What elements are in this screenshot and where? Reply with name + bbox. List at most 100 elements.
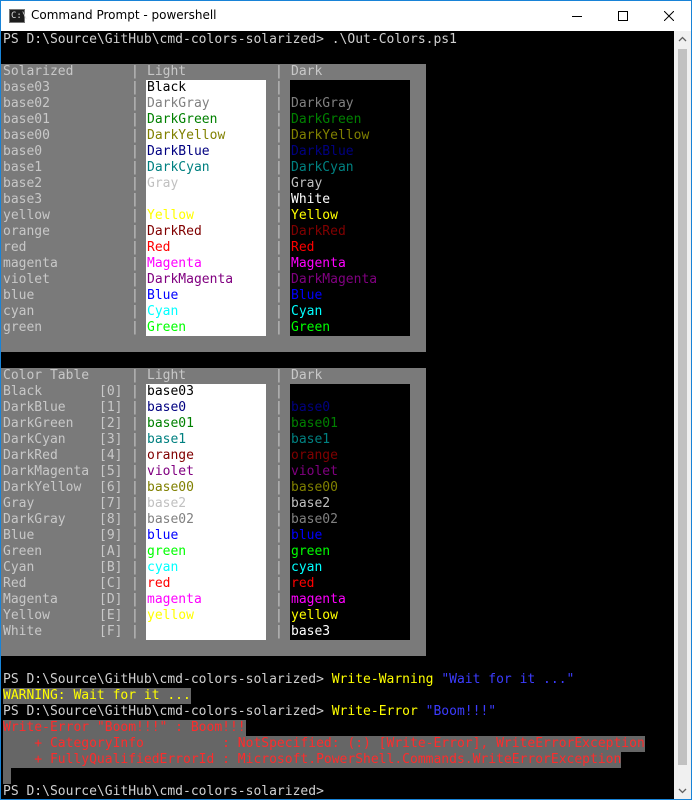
dark-value: base02 (291, 512, 338, 527)
color-name: magenta (3, 256, 58, 271)
light-value: base01 (147, 416, 194, 431)
light-value: base0 (147, 400, 187, 415)
scroll-thumb[interactable] (678, 49, 687, 765)
color-index: [3] (99, 432, 123, 447)
header-divider: | (275, 368, 283, 383)
console-icon-label: C:\ (11, 11, 28, 21)
light-value: DarkBlue (147, 144, 210, 159)
column-divider: | (275, 304, 283, 319)
color-name: base2 (3, 176, 43, 191)
header-dark: Dark (291, 368, 323, 383)
color-name: White (3, 624, 43, 639)
prompt: PS D:\Source\GitHub\cmd-colors-solarized… (3, 704, 324, 719)
column-divider: | (275, 592, 283, 607)
color-name: Red (3, 576, 27, 591)
column-divider: | (131, 512, 139, 527)
dark-value: Red (291, 240, 315, 255)
light-value: base2 (147, 496, 187, 511)
minimize-button[interactable] (554, 1, 600, 31)
light-value: base02 (147, 512, 194, 527)
command-line-4[interactable]: PS D:\Source\GitHub\cmd-colors-solarized… (3, 784, 324, 799)
column-divider: | (275, 224, 283, 239)
header-divider: | (275, 64, 283, 79)
close-button[interactable] (646, 1, 691, 31)
column-divider: | (275, 208, 283, 223)
dark-value: DarkRed (291, 224, 346, 239)
dark-value: Magenta (291, 256, 346, 271)
column-divider: | (275, 448, 283, 463)
dark-value: DarkMagenta (291, 272, 378, 287)
column-divider: | (275, 320, 283, 335)
console-output[interactable]: PS D:\Source\GitHub\cmd-colors-solarized… (1, 31, 674, 799)
dark-value: orange (291, 448, 338, 463)
color-table-panel: Color Table | Light | Dark Black [0] | base… (1, 368, 426, 656)
command-line-3: PS D:\Source\GitHub\cmd-colors-solarized… (3, 704, 496, 720)
light-value: DarkCyan (147, 160, 210, 175)
error-output-line-3: + FullyQualifiedErrorId : Microsoft.Powe… (3, 752, 622, 768)
column-divider: | (275, 416, 283, 431)
color-name: red (3, 240, 27, 255)
light-value: Gray (147, 176, 179, 191)
light-value: DarkGreen (147, 112, 218, 127)
light-value: Green (147, 320, 187, 335)
color-name: Blue (3, 528, 35, 543)
light-value: base00 (147, 480, 194, 495)
header-divider: | (131, 64, 139, 79)
light-value: orange (147, 448, 194, 463)
error-output-line-4 (3, 768, 11, 784)
column-divider: | (131, 592, 139, 607)
scroll-up-button[interactable] (674, 31, 691, 48)
window-title: Command Prompt - powershell (31, 8, 217, 22)
dark-value: Gray (291, 176, 323, 191)
dark-value: DarkCyan (291, 160, 354, 175)
column-divider: | (275, 144, 283, 159)
color-name: DarkGray (3, 512, 66, 527)
color-name: Green (3, 544, 43, 559)
column-divider: | (275, 240, 283, 255)
title-bar[interactable]: C:\ Command Prompt - powershell (1, 1, 691, 31)
dark-value: DarkBlue (291, 144, 354, 159)
column-divider: | (275, 384, 283, 399)
light-value: Magenta (147, 256, 202, 271)
color-index: [4] (99, 448, 123, 463)
light-value: DarkRed (147, 224, 202, 239)
command-argument: "Boom!!!" (425, 704, 497, 719)
color-name: base0 (3, 144, 43, 159)
dark-value: DarkGreen (291, 112, 362, 127)
dark-value: Blue (291, 288, 323, 303)
color-name: base3 (3, 192, 43, 207)
header-color-table: Color Table (3, 368, 90, 383)
column-divider: | (275, 272, 283, 287)
column-divider: | (275, 560, 283, 575)
vertical-scrollbar[interactable] (674, 31, 691, 799)
maximize-button[interactable] (600, 1, 646, 31)
column-divider: | (131, 560, 139, 575)
dark-value: base00 (291, 480, 338, 495)
light-value: blue (147, 528, 179, 543)
color-name: Magenta (3, 592, 58, 607)
solarized-mapping-panel: Solarized | Light | Dark base03 | Black | ba… (1, 64, 426, 352)
console-icon[interactable]: C:\ (9, 9, 28, 23)
command-line-1: PS D:\Source\GitHub\cmd-colors-solarized… (3, 32, 457, 48)
color-index: [9] (99, 528, 123, 543)
column-divider: | (131, 288, 139, 303)
light-value: red (147, 576, 171, 591)
prompt: PS D:\Source\GitHub\cmd-colors-solarized… (3, 784, 324, 799)
column-divider: | (131, 96, 139, 111)
color-index: [7] (99, 496, 123, 511)
dark-value: yellow (291, 608, 338, 623)
column-divider: | (131, 416, 139, 431)
column-divider: | (275, 112, 283, 127)
chevron-up-icon (678, 36, 687, 42)
scroll-down-button[interactable] (674, 782, 691, 799)
prompt: PS D:\Source\GitHub\cmd-colors-solarized… (3, 32, 324, 47)
dark-value: base2 (291, 496, 331, 511)
prompt: PS D:\Source\GitHub\cmd-colors-solarized… (3, 672, 324, 687)
dark-value: green (291, 544, 331, 559)
color-index: [E] (99, 608, 123, 623)
column-divider: | (275, 288, 283, 303)
color-name: base00 (3, 128, 50, 143)
console-window: C:\ Command Prompt - powershell PS D:\So… (0, 0, 692, 800)
light-value: DarkMagenta (147, 272, 234, 287)
dark-value: Green (291, 320, 331, 335)
